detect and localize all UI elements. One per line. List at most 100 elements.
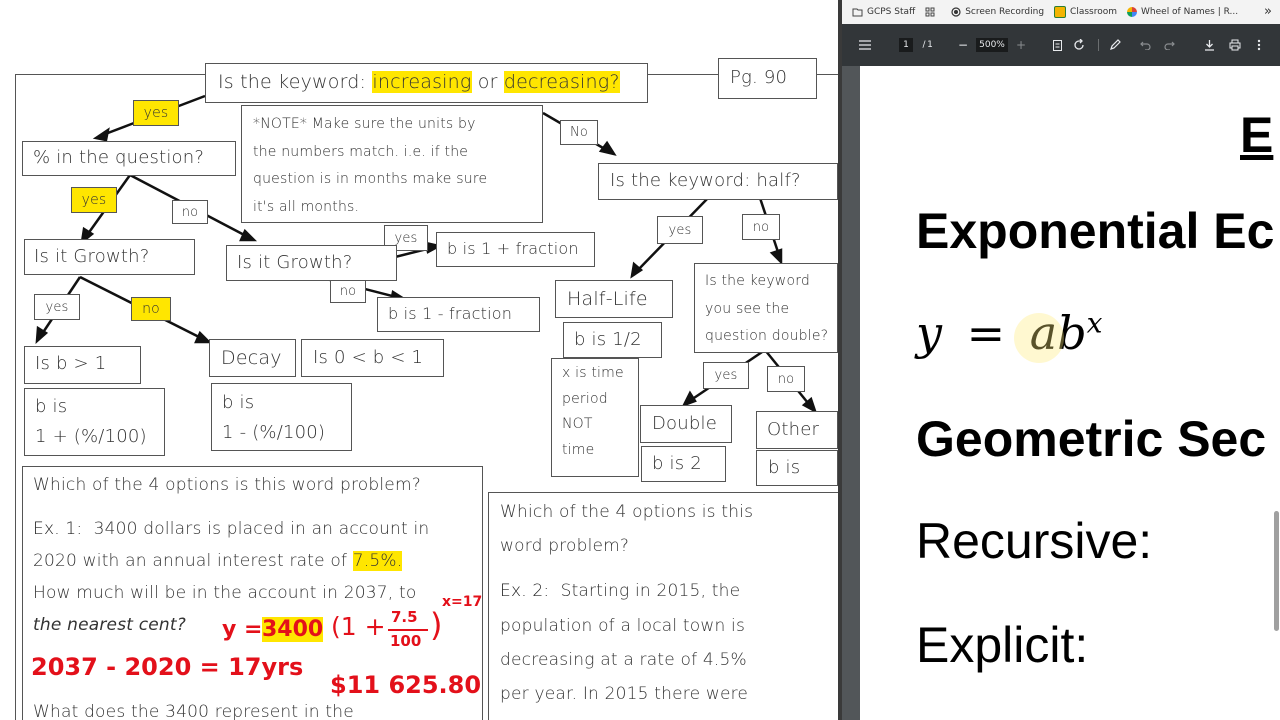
growth-question-1: Is it Growth?	[34, 246, 150, 267]
top-question-increasing: increasing	[372, 71, 472, 93]
b-is-label-1: b is	[35, 396, 68, 417]
b-plus-percent: 1 + (%/100)	[35, 426, 147, 447]
b-between: Is 0 < b < 1	[313, 347, 424, 368]
yes-label-top: yes	[133, 100, 179, 126]
example-2-label: Ex. 2:	[500, 581, 550, 601]
zoom-level: 500%	[976, 38, 1008, 52]
double-question-line-3: question double?	[705, 328, 829, 344]
formula-variable-y: y	[916, 306, 942, 360]
double-question-line-1: Is the keyword	[705, 273, 811, 289]
example-2-question-2: word problem?	[500, 536, 630, 556]
growth-question-box-1: Is it Growth?	[24, 239, 195, 275]
example-1-rate: 7.5%.	[352, 551, 403, 571]
yes-label-double: yes	[703, 362, 749, 389]
bookmark-screen-recording[interactable]: Screen Recording	[951, 7, 1044, 17]
half-question-box: Is the keyword: half?	[598, 163, 838, 200]
b-minus-percent: 1 - (%/100)	[222, 422, 326, 443]
geometric-title: Geometric Sec	[916, 411, 1267, 467]
growth-question-box-2: Is it Growth?	[226, 245, 397, 281]
years-calculation: 2037 - 2020 = 17yrs	[31, 653, 304, 681]
b-plus-fraction: b is 1 + fraction	[447, 239, 579, 258]
yes-label-percent: yes	[71, 187, 117, 213]
note-line-1: *NOTE* Make sure the units by	[253, 116, 476, 132]
b-minus-fraction-box: b is 1 - fraction	[377, 297, 540, 332]
zoom-in-button[interactable]: +	[1014, 24, 1028, 66]
formula-denominator: 100	[390, 632, 422, 650]
page-current: 1	[899, 38, 913, 52]
top-question-box: Is the keyword: increasing or decreasing…	[205, 63, 648, 103]
no-label-percent: no	[172, 200, 208, 224]
formula-line: y = abx	[916, 306, 1102, 360]
no-label-half: no	[742, 214, 780, 240]
double-box: Double	[640, 405, 732, 443]
cursor-highlight	[1014, 313, 1064, 363]
b-plus-percent-box: b is 1 + (%/100)	[24, 388, 165, 456]
toolbar-separator	[1098, 39, 1099, 51]
page-total: 1	[927, 40, 933, 50]
no-label-top: No	[560, 120, 598, 145]
growth-question-2: Is it Growth?	[237, 252, 353, 273]
print-icon[interactable]	[1228, 24, 1242, 66]
bookmark-label: Classroom	[1070, 7, 1118, 17]
page-reference: Pg. 90	[730, 67, 788, 88]
bookmarks-more-button[interactable]: »	[1264, 4, 1272, 19]
record-icon	[951, 7, 961, 17]
note-line-2: the numbers match. i.e. if the	[253, 143, 469, 160]
example-2-text-1: Starting in 2015, the	[560, 581, 741, 601]
formula-close: )	[430, 606, 443, 644]
example-1-text-2: 2020 with an annual interest rate of	[33, 551, 353, 571]
annotate-icon[interactable]	[1108, 24, 1122, 66]
classroom-icon	[1054, 6, 1067, 18]
page-number-input[interactable]: 1	[896, 24, 916, 66]
bookmark-classroom[interactable]: Classroom	[1054, 6, 1117, 18]
b-minus-percent-box: b is 1 - (%/100)	[211, 383, 352, 451]
b-half-box: b is 1/2	[563, 322, 662, 358]
exponential-title: Exponential Ec	[916, 203, 1275, 259]
example-2-line-4: per year. In 2015 there were	[500, 684, 749, 704]
more-options-icon[interactable]	[1252, 24, 1266, 66]
folder-icon	[852, 8, 863, 17]
x-time-line-3: NOT	[562, 416, 593, 432]
double-label: Double	[652, 413, 717, 434]
bookmark-label: GCPS Staff	[867, 7, 916, 17]
percent-question-box: % in the question?	[22, 141, 236, 176]
formula-fraction-bar	[388, 629, 428, 631]
x-time-box: x is time period NOT time	[551, 358, 639, 477]
example-2-question-1: Which of the 4 options is this	[500, 502, 754, 522]
note-line-3: question is in months make sure	[253, 171, 488, 187]
example-1-line-3: How much will be in the account in 2037,…	[33, 583, 417, 603]
b-greater-than-one-box: Is b > 1	[24, 346, 141, 384]
explicit-label: Explicit:	[916, 617, 1089, 673]
example-1-text-1: 3400 dollars is placed in an account in	[93, 519, 430, 539]
b-half: b is 1/2	[574, 329, 642, 350]
bookmark-wheel-of-names[interactable]: Wheel of Names | R...	[1127, 7, 1238, 17]
pdf-toolbar: 1 / 1 − 500% +	[842, 24, 1280, 66]
no-label-double: no	[767, 366, 805, 392]
b-two: b is 2	[652, 453, 702, 474]
example-1-line-5: What does the 3400 represent in the	[33, 702, 354, 720]
formula-y: y =	[222, 617, 263, 642]
half-life-box: Half-Life	[555, 280, 673, 318]
rotate-icon[interactable]	[1072, 24, 1086, 66]
redo-icon[interactable]	[1162, 24, 1176, 66]
b-minus-fraction: b is 1 - fraction	[388, 304, 513, 323]
bookmark-gcps-staff[interactable]: GCPS Staff	[852, 7, 915, 17]
top-question-or: or	[471, 71, 504, 93]
example-2-line-2: population of a local town is	[500, 616, 746, 636]
undo-icon[interactable]	[1138, 24, 1152, 66]
zoom-level-input[interactable]: 500%	[976, 24, 1008, 66]
fit-page-icon[interactable]	[1050, 24, 1064, 66]
example-2-line-1: Ex. 2: Starting in 2015, the	[500, 581, 740, 601]
scrollbar-thumb[interactable]	[1274, 511, 1279, 631]
formula-exponent: x=17	[442, 594, 483, 610]
no-label-growth2: no	[330, 279, 366, 303]
other-label: Other	[767, 419, 820, 440]
b-other: b is	[768, 457, 801, 478]
double-question-box: Is the keyword you see the question doub…	[694, 263, 838, 353]
bookmark-apps[interactable]	[925, 7, 935, 17]
download-icon[interactable]	[1202, 24, 1216, 66]
menu-icon[interactable]	[858, 24, 872, 66]
zoom-out-button[interactable]: −	[956, 24, 970, 66]
no-label-growth1: no	[131, 297, 171, 321]
b-greater-than-one: Is b > 1	[35, 353, 107, 374]
